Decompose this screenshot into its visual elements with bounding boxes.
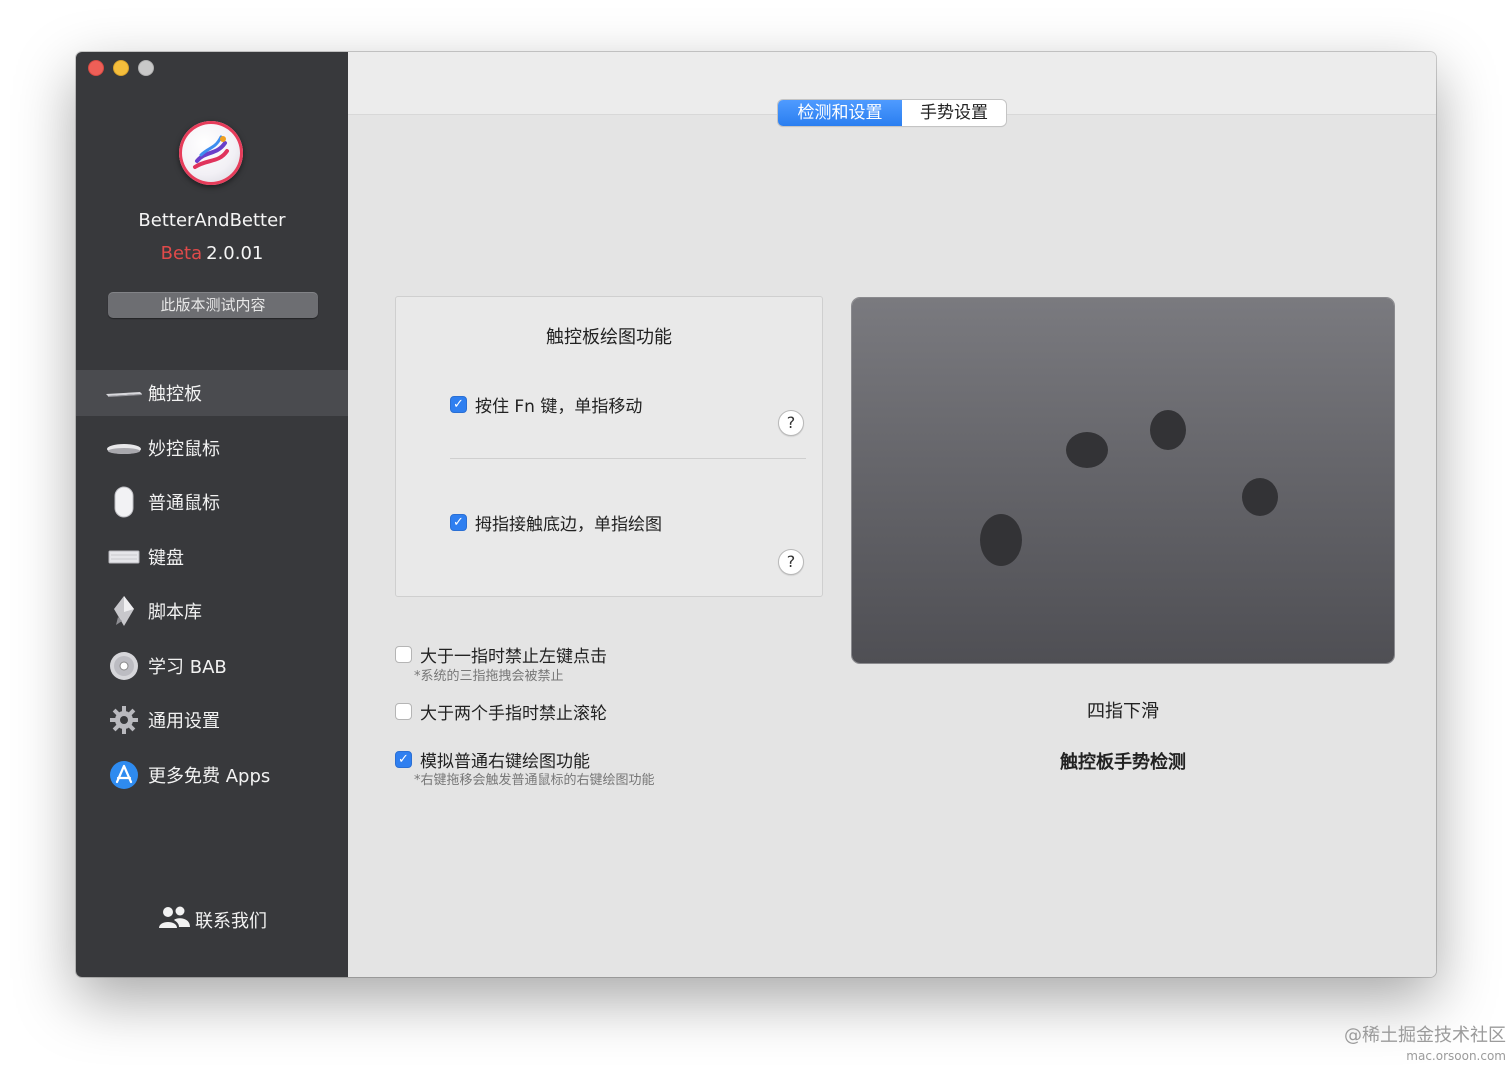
disable-scroll-option[interactable]: 大于两个手指时禁止滚轮	[395, 699, 607, 724]
sidebar-item-keyboard[interactable]: 键盘	[76, 534, 348, 580]
watermark-line2: mac.orsoon.com	[1406, 1049, 1506, 1063]
sidebar-item-label: 妙控鼠标	[148, 438, 220, 460]
close-window-button[interactable]	[88, 60, 104, 76]
beta-content-button[interactable]: 此版本测试内容	[108, 292, 318, 318]
beta-label: Beta	[160, 243, 203, 264]
fn-move-label: 按住 Fn 键，单指移动	[475, 397, 643, 417]
divider	[450, 458, 806, 459]
trackpad-icon	[104, 386, 144, 400]
sidebar-item-label: 通用设置	[148, 711, 220, 732]
finger-touch-point	[980, 514, 1022, 566]
minimize-window-button[interactable]	[113, 60, 129, 76]
app-logo-icon	[179, 121, 243, 185]
contact-us-link[interactable]: 联系我们	[76, 905, 348, 934]
detected-gesture: 四指下滑	[1087, 701, 1159, 722]
tab-gesture-settings[interactable]: 手势设置	[902, 100, 1006, 126]
app-window: BetterAndBetter Beta 2.0.01 此版本测试内容 触控板 妙…	[76, 52, 1436, 977]
gear-icon	[104, 705, 144, 735]
sidebar-item-label: 更多免费 Apps	[148, 765, 271, 787]
finger-touch-point	[1150, 410, 1186, 450]
sidebar-item-magic-mouse[interactable]: 妙控鼠标	[76, 425, 348, 471]
sidebar-item-scripts[interactable]: 脚本库	[76, 588, 348, 634]
contact-label: 联系我们	[195, 910, 267, 932]
sidebar-item-trackpad[interactable]: 触控板	[76, 370, 348, 416]
zoom-window-button[interactable]	[138, 60, 154, 76]
disable-left-click-option[interactable]: 大于一指时禁止左键点击	[395, 642, 607, 667]
thumb-draw-label: 拇指接触底边，单指绘图	[475, 515, 662, 535]
sidebar-item-general[interactable]: 通用设置	[76, 697, 348, 743]
help-button[interactable]: ?	[778, 549, 804, 575]
sidebar-item-mouse[interactable]: 普通鼠标	[76, 479, 348, 525]
sidebar-item-label: 普通鼠标	[148, 493, 220, 514]
disc-icon	[104, 651, 144, 681]
sidebar-item-label: 脚本库	[148, 602, 202, 623]
sidebar-item-more-apps[interactable]: 更多免费 Apps	[76, 752, 348, 798]
people-icon	[157, 905, 191, 934]
gesture-detection-title: 触控板手势检测	[1060, 752, 1186, 773]
version-line: Beta 2.0.01	[76, 243, 348, 264]
keyboard-icon	[104, 549, 144, 565]
right-click-draw-checkbox[interactable]: ✓	[395, 751, 412, 768]
disable-scroll-checkbox[interactable]	[395, 703, 412, 720]
sidebar-item-learn[interactable]: 学习 BAB	[76, 643, 348, 689]
watermark: @稀土掘金技术社区 mac.orsoon.com	[1344, 1026, 1506, 1066]
drawing-settings-panel: 触控板绘图功能 ✓ 按住 Fn 键，单指移动 ? ✓ 拇指接触底边，单指绘图 ?	[395, 296, 823, 597]
main-content: 检测和设置 手势设置 触控板绘图功能 ✓ 按住 Fn 键，单指移动 ? ✓ 拇指…	[348, 52, 1436, 977]
tab-bar: 检测和设置 手势设置	[778, 100, 1006, 126]
disable-left-click-note: *系统的三指拖拽会被禁止	[414, 669, 564, 684]
app-name: BetterAndBetter	[138, 210, 286, 231]
sidebar: BetterAndBetter Beta 2.0.01 此版本测试内容 触控板 妙…	[76, 52, 348, 977]
tab-detection-settings[interactable]: 检测和设置	[778, 100, 902, 126]
thumb-draw-checkbox[interactable]: ✓	[450, 514, 467, 531]
script-icon	[104, 595, 144, 627]
sidebar-item-label: 键盘	[148, 547, 184, 569]
disable-left-click-checkbox[interactable]	[395, 646, 412, 663]
thumb-draw-option[interactable]: ✓ 拇指接触底边，单指绘图	[450, 510, 662, 535]
window-controls	[88, 60, 154, 76]
fn-move-option[interactable]: ✓ 按住 Fn 键，单指移动	[450, 392, 642, 417]
trackpad-visualizer	[852, 298, 1394, 663]
right-click-draw-note: *右键拖移会触发普通鼠标的右键绘图功能	[414, 773, 655, 788]
panel-title: 触控板绘图功能	[546, 327, 672, 348]
sidebar-item-label: 学习 BAB	[148, 656, 227, 678]
mouse-icon	[104, 486, 144, 518]
finger-touch-point	[1242, 478, 1278, 516]
sidebar-item-label: 触控板	[148, 384, 202, 405]
finger-touch-point	[1066, 432, 1108, 468]
sidebar-nav: 触控板 妙控鼠标 普通鼠标 键盘 脚本库 学习 BAB 通用设置 更多免费 Ap…	[76, 370, 348, 806]
version-number: 2.0.01	[206, 243, 264, 264]
watermark-line1: @稀土掘金技术社区	[1344, 1025, 1506, 1046]
fn-move-checkbox[interactable]: ✓	[450, 396, 467, 413]
app-store-icon	[104, 760, 144, 790]
disable-scroll-label: 大于两个手指时禁止滚轮	[420, 704, 607, 724]
disable-left-click-label: 大于一指时禁止左键点击	[420, 647, 607, 667]
magic-mouse-icon	[104, 440, 144, 456]
help-button[interactable]: ?	[778, 410, 804, 436]
